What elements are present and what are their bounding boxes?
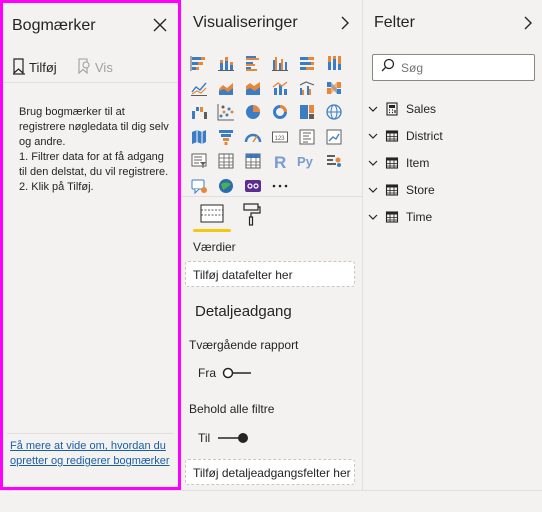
map-icon[interactable] xyxy=(322,100,346,124)
search-icon xyxy=(381,58,395,77)
table-row-time[interactable]: Time xyxy=(368,207,432,227)
bookmarks-title: Bogmærker xyxy=(12,17,96,34)
chevron-down-icon xyxy=(368,160,378,166)
visual-gallery: 123 R Py xyxy=(187,51,346,198)
bookmarks-toolbar: Tilføj Vis xyxy=(3,55,178,83)
arcgis-icon[interactable] xyxy=(214,174,238,198)
table-name: Time xyxy=(406,210,433,224)
custom-visual-icon[interactable] xyxy=(241,174,265,198)
cross-report-state: Fra xyxy=(198,366,216,380)
svg-text:R: R xyxy=(274,153,286,170)
svg-text:123: 123 xyxy=(275,136,286,142)
keep-filters-label: Behold alle filtre xyxy=(189,402,275,416)
add-bookmark-button[interactable]: Tilføj xyxy=(12,57,57,78)
add-bookmark-icon xyxy=(12,57,26,78)
stacked-column-icon[interactable] xyxy=(214,51,238,75)
line-chart-icon[interactable] xyxy=(187,76,211,100)
learn-more-link[interactable]: Få mere at vide om, hvordan du opretter … xyxy=(10,439,175,469)
area-chart-icon[interactable] xyxy=(214,76,238,100)
bookmarks-pane: Bogmærker Tilføj Vis Brug bogmærker til … xyxy=(0,0,181,490)
drillthrough-drop-well[interactable]: Tilføj detaljeadgangsfelter her xyxy=(185,459,355,485)
cross-report-toggle[interactable]: Fra xyxy=(198,366,252,380)
search-box[interactable] xyxy=(372,54,535,81)
more-icon[interactable] xyxy=(268,174,292,198)
stacked-bar-icon[interactable] xyxy=(187,51,211,75)
svg-text:Py: Py xyxy=(297,154,314,169)
fields-pane: Felter Sales District Item Store Time xyxy=(363,0,542,490)
r-visual-icon[interactable]: R xyxy=(268,149,292,173)
chevron-right-icon[interactable] xyxy=(336,14,354,32)
visualizations-pane: Visualiseringer 123 R Py Værdier Tilføj … xyxy=(181,0,363,490)
slicer-icon[interactable] xyxy=(187,149,211,173)
keep-filters-toggle[interactable]: Til xyxy=(198,431,250,445)
status-bar xyxy=(0,490,542,512)
card-icon[interactable]: 123 xyxy=(268,125,292,149)
table-name: Sales xyxy=(406,102,437,116)
table-icon xyxy=(385,211,399,223)
bookmarks-help-text: Brug bogmærker til at registrere nøgleda… xyxy=(19,106,169,193)
fields-title: Felter xyxy=(374,14,415,31)
table-row-district[interactable]: District xyxy=(368,126,443,146)
scatter-icon[interactable] xyxy=(214,100,238,124)
pie-icon[interactable] xyxy=(241,100,265,124)
add-bookmark-label: Tilføj xyxy=(29,60,57,75)
qa-icon[interactable] xyxy=(187,174,211,198)
table-name: District xyxy=(406,129,443,143)
chevron-down-icon xyxy=(368,214,378,220)
cross-report-label: Tværgående rapport xyxy=(189,338,299,352)
search-input[interactable] xyxy=(401,60,521,75)
toggle-off-icon xyxy=(222,367,251,379)
format-paint-roller-icon[interactable] xyxy=(239,202,265,228)
close-icon[interactable] xyxy=(151,16,169,34)
table-row-item[interactable]: Item xyxy=(368,153,429,173)
ribbon-chart-icon[interactable] xyxy=(322,76,346,100)
view-icon xyxy=(76,57,92,78)
view-bookmark-label: Vis xyxy=(95,60,113,75)
table-icon[interactable] xyxy=(214,149,238,173)
python-visual-icon[interactable]: Py xyxy=(295,149,319,173)
table-icon xyxy=(385,157,399,169)
fields-tab[interactable] xyxy=(193,202,233,232)
divider xyxy=(181,196,362,197)
table-row-sales[interactable]: Sales xyxy=(368,99,436,119)
table-name: Item xyxy=(406,156,430,170)
treemap-icon[interactable] xyxy=(295,100,319,124)
kpi-icon[interactable] xyxy=(322,125,346,149)
100pct-column-icon[interactable] xyxy=(322,51,346,75)
drillthrough-title: Detaljeadgang xyxy=(195,303,292,320)
key-influencers-icon[interactable] xyxy=(322,149,346,173)
matrix-icon[interactable] xyxy=(241,149,265,173)
values-label: Værdier xyxy=(193,240,236,254)
toggle-on-icon xyxy=(218,433,249,443)
chevron-down-icon xyxy=(368,106,378,112)
table-icon xyxy=(385,130,399,142)
chevron-down-icon xyxy=(368,187,378,193)
100pct-bar-icon[interactable] xyxy=(295,51,319,75)
visualizations-title: Visualiseringer xyxy=(193,14,298,31)
donut-icon[interactable] xyxy=(268,100,292,124)
waterfall-icon[interactable] xyxy=(187,100,211,124)
table-icon xyxy=(385,184,399,196)
values-drop-well[interactable]: Tilføj datafelter her xyxy=(185,261,355,287)
funnel-icon[interactable] xyxy=(214,125,238,149)
divider xyxy=(7,433,174,434)
chevron-down-icon xyxy=(368,133,378,139)
bookmarks-help: Brug bogmærker til at registrere nøgleda… xyxy=(19,105,169,195)
chevron-right-icon[interactable] xyxy=(519,14,537,32)
line-column-icon[interactable] xyxy=(268,76,292,100)
gauge-icon[interactable] xyxy=(241,125,265,149)
clustered-column-icon[interactable] xyxy=(268,51,292,75)
clustered-bar-icon[interactable] xyxy=(241,51,265,75)
keep-filters-state: Til xyxy=(198,431,211,445)
calculator-icon xyxy=(386,102,398,116)
stacked-area-icon[interactable] xyxy=(241,76,265,100)
active-tab-indicator xyxy=(193,229,231,232)
table-row-store[interactable]: Store xyxy=(368,180,435,200)
line-clustered-column-icon[interactable] xyxy=(295,76,319,100)
multirow-card-icon[interactable] xyxy=(295,125,319,149)
view-bookmark-button[interactable]: Vis xyxy=(76,57,113,78)
table-name: Store xyxy=(406,183,435,197)
filled-map-icon[interactable] xyxy=(187,125,211,149)
